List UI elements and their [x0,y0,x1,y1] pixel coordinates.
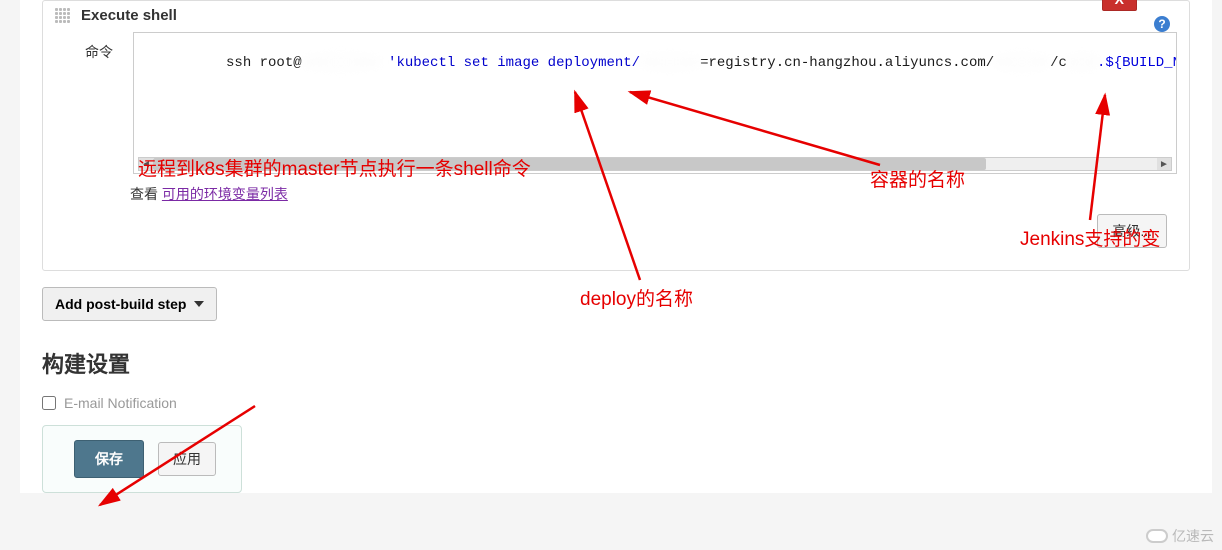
help-icon[interactable]: ? [1153,15,1171,33]
command-textarea[interactable]: ssh root@ 'kubectl set image deployment/… [133,32,1177,174]
advanced-button[interactable]: 高级... [1097,214,1167,248]
save-button[interactable]: 保存 [74,440,144,478]
horizontal-scrollbar[interactable]: ◄ ► [138,157,1172,171]
svg-text:?: ? [1158,17,1165,31]
email-notification-checkbox[interactable] [42,396,56,410]
drag-handle-icon[interactable] [55,8,71,24]
chevron-down-icon [194,301,204,307]
build-step-execute-shell: X ? Execute shell 命令 ssh root@ 'kubectl … [42,0,1190,271]
build-settings-heading: 构建设置 [42,347,1212,379]
watermark: 亿速云 [1146,526,1214,546]
command-label: 命令 [85,32,119,62]
cloud-icon [1146,529,1168,543]
apply-button[interactable]: 应用 [158,442,216,476]
scroll-left-icon[interactable]: ◄ [139,158,153,170]
footer-actions: 保存 应用 [42,425,242,493]
email-notification-label: E-mail Notification [64,395,177,411]
env-vars-hint: 查看 可用的环境变量列表 [130,184,1177,204]
section-title: Execute shell [81,7,177,24]
scroll-thumb[interactable] [153,158,986,170]
delete-step-button[interactable]: X [1102,0,1137,11]
env-vars-link[interactable]: 可用的环境变量列表 [162,186,288,202]
scroll-right-icon[interactable]: ► [1157,158,1171,170]
add-post-build-step-button[interactable]: Add post-build step [42,287,217,321]
add-step-label: Add post-build step [55,296,186,312]
